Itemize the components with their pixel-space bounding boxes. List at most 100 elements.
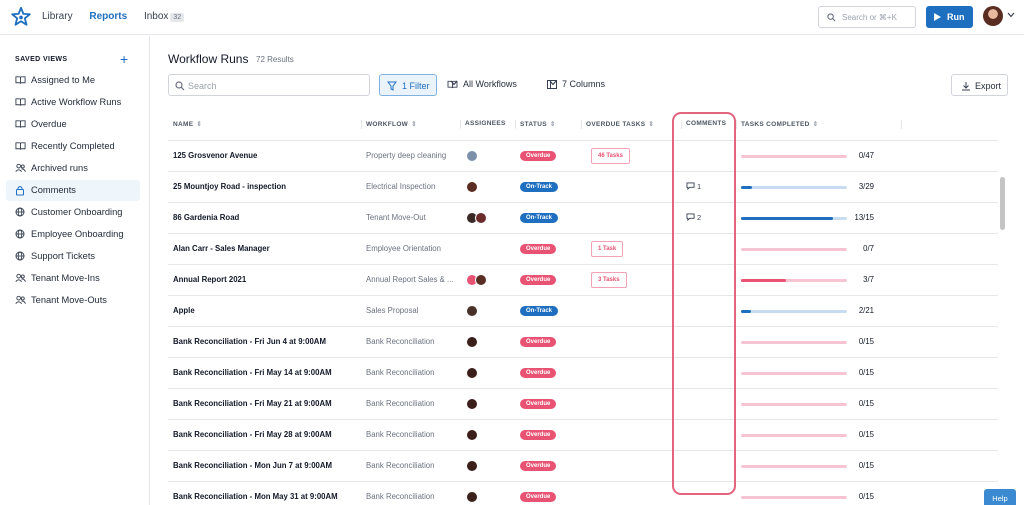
assignee-avatar[interactable] bbox=[466, 367, 478, 379]
user-avatar[interactable] bbox=[983, 6, 1003, 26]
star-logo-icon[interactable] bbox=[10, 6, 32, 28]
sidebar-item[interactable]: Archived runs bbox=[6, 158, 140, 179]
sidebar-item[interactable]: Recently Completed bbox=[6, 136, 140, 157]
table-row[interactable]: Bank Reconciliation - Fri May 21 at 9:00… bbox=[168, 389, 998, 420]
nav-library[interactable]: Library bbox=[42, 11, 73, 22]
status-cell: Overdue bbox=[520, 451, 580, 481]
run-name[interactable]: Bank Reconciliation - Mon Jun 7 at 9:00A… bbox=[173, 451, 361, 481]
run-button[interactable]: Run bbox=[926, 6, 973, 28]
run-name[interactable]: 86 Gardenia Road bbox=[173, 203, 361, 233]
sidebar-item[interactable]: Tenant Move-Outs bbox=[6, 290, 140, 311]
table-row[interactable]: 25 Mountjoy Road - inspection Electrical … bbox=[168, 172, 998, 203]
sidebar-item-label: Comments bbox=[31, 185, 76, 195]
globe-icon bbox=[15, 229, 26, 240]
table-row[interactable]: Annual Report 2021 Annual Report Sales & … bbox=[168, 265, 998, 296]
header-status-label: STATUS bbox=[520, 121, 547, 128]
run-name[interactable]: Alan Carr - Sales Manager bbox=[173, 234, 361, 264]
nav-inbox[interactable]: Inbox 32 bbox=[144, 11, 198, 22]
run-name[interactable]: 125 Grosvenor Avenue bbox=[173, 141, 361, 171]
assignee-avatar[interactable] bbox=[466, 491, 478, 503]
assignee-avatar[interactable] bbox=[466, 150, 478, 162]
assignee-avatar[interactable] bbox=[466, 181, 478, 193]
run-workflow[interactable]: Bank Reconciliation bbox=[366, 420, 458, 450]
sidebar-item[interactable]: Employee Onboarding bbox=[6, 224, 140, 245]
assignee-avatar[interactable] bbox=[466, 336, 478, 348]
overdue-tasks-cell bbox=[591, 451, 651, 481]
assignees-cell bbox=[466, 265, 506, 295]
table-row[interactable]: Bank Reconciliation - Mon Jun 7 at 9:00A… bbox=[168, 451, 998, 482]
search-input[interactable]: Search bbox=[168, 74, 370, 96]
table-row[interactable]: Bank Reconciliation - Mon May 31 at 9:00… bbox=[168, 482, 998, 505]
run-workflow[interactable]: Annual Report Sales & ... bbox=[366, 265, 458, 295]
table-row[interactable]: 125 Grosvenor Avenue Property deep cleani… bbox=[168, 141, 998, 172]
scrollbar-thumb[interactable] bbox=[1000, 177, 1005, 230]
assignee-avatar[interactable] bbox=[466, 305, 478, 317]
status-badge: Overdue bbox=[520, 275, 557, 285]
run-name[interactable]: 25 Mountjoy Road - inspection bbox=[173, 172, 361, 202]
play-icon bbox=[934, 13, 941, 21]
sidebar-item[interactable]: Customer Onboarding bbox=[6, 202, 140, 223]
header-assignees[interactable]: ASSIGNEES bbox=[465, 120, 506, 127]
sidebar-item[interactable]: Overdue bbox=[6, 114, 140, 135]
help-button[interactable]: Help bbox=[984, 489, 1016, 505]
table-row[interactable]: Bank Reconciliation - Fri May 28 at 9:00… bbox=[168, 420, 998, 451]
sidebar-item[interactable]: Tenant Move-Ins bbox=[6, 268, 140, 289]
table-row[interactable]: 86 Gardenia Road Tenant Move-Out On-Track 2… bbox=[168, 203, 998, 234]
run-workflow[interactable]: Employee Orientation bbox=[366, 234, 458, 264]
run-name[interactable]: Bank Reconciliation - Fri May 21 at 9:00… bbox=[173, 389, 361, 419]
run-name[interactable]: Apple bbox=[173, 296, 361, 326]
overdue-tasks-tag[interactable]: 1 Task bbox=[591, 241, 624, 257]
table-row[interactable]: Apple Sales Proposal On-Track 2/21 bbox=[168, 296, 998, 327]
sidebar-item[interactable]: Assigned to Me bbox=[6, 70, 140, 91]
run-workflow[interactable]: Bank Reconciliation bbox=[366, 327, 458, 357]
run-name[interactable]: Bank Reconciliation - Fri May 28 at 9:00… bbox=[173, 420, 361, 450]
run-workflow[interactable]: Tenant Move-Out bbox=[366, 203, 458, 233]
all-workflows-dropdown[interactable]: All Workflows bbox=[447, 79, 517, 89]
nav-reports[interactable]: Reports bbox=[89, 11, 127, 22]
table-row[interactable]: Bank Reconciliation - Fri May 14 at 9:00… bbox=[168, 358, 998, 389]
run-name[interactable]: Annual Report 2021 bbox=[173, 265, 361, 295]
overdue-tasks-cell bbox=[591, 327, 651, 357]
sidebar-item[interactable]: Support Tickets bbox=[6, 246, 140, 267]
overdue-tasks-tag[interactable]: 3 Tasks bbox=[591, 272, 627, 288]
filter-button[interactable]: 1 Filter bbox=[379, 74, 437, 96]
sidebar-item[interactable]: Comments bbox=[6, 180, 140, 201]
run-workflow[interactable]: Sales Proposal bbox=[366, 296, 458, 326]
sidebar-item[interactable]: Active Workflow Runs bbox=[6, 92, 140, 113]
run-name[interactable]: Bank Reconciliation - Fri Jun 4 at 9:00A… bbox=[173, 327, 361, 357]
overdue-tasks-tag[interactable]: 46 Tasks bbox=[591, 148, 630, 164]
column-divider bbox=[901, 120, 902, 129]
run-workflow[interactable]: Bank Reconciliation bbox=[366, 451, 458, 481]
run-workflow[interactable]: Electrical Inspection bbox=[366, 172, 458, 202]
export-button[interactable]: Export bbox=[951, 74, 1008, 96]
table-row[interactable]: Bank Reconciliation - Fri Jun 4 at 9:00A… bbox=[168, 327, 998, 358]
status-badge: Overdue bbox=[520, 430, 557, 440]
assignee-avatar[interactable] bbox=[475, 274, 487, 286]
assignee-avatar[interactable] bbox=[466, 398, 478, 410]
status-cell: On-Track bbox=[520, 203, 580, 233]
header-status[interactable]: STATUS ⇕ bbox=[520, 120, 556, 128]
header-workflow[interactable]: WORKFLOW ⇕ bbox=[366, 120, 417, 128]
run-workflow[interactable]: Bank Reconciliation bbox=[366, 482, 458, 505]
add-view-plus-icon[interactable]: + bbox=[120, 51, 128, 67]
status-cell: Overdue bbox=[520, 358, 580, 388]
column-divider bbox=[736, 120, 737, 129]
global-search-input[interactable]: Search or ⌘+K bbox=[818, 6, 916, 28]
table-row[interactable]: Alan Carr - Sales Manager Employee Orient… bbox=[168, 234, 998, 265]
assignee-avatar[interactable] bbox=[475, 212, 487, 224]
assignee-avatar[interactable] bbox=[466, 429, 478, 441]
chevron-down-icon[interactable] bbox=[1007, 11, 1015, 20]
run-workflow[interactable]: Property deep cleaning bbox=[366, 141, 458, 171]
header-name[interactable]: NAME ⇕ bbox=[173, 120, 202, 128]
assignee-avatar[interactable] bbox=[466, 460, 478, 472]
columns-dropdown[interactable]: 7 Columns bbox=[547, 79, 605, 89]
run-name[interactable]: Bank Reconciliation - Fri May 14 at 9:00… bbox=[173, 358, 361, 388]
run-workflow[interactable]: Bank Reconciliation bbox=[366, 358, 458, 388]
sidebar-item-label: Employee Onboarding bbox=[31, 229, 124, 239]
progress-track bbox=[741, 186, 847, 189]
run-name[interactable]: Bank Reconciliation - Mon May 31 at 9:00… bbox=[173, 482, 361, 505]
header-overdue-tasks[interactable]: OVERDUE TASKS ⇕ bbox=[586, 120, 654, 128]
header-tasks-completed[interactable]: TASKS COMPLETED ⇕ bbox=[741, 120, 818, 128]
run-workflow[interactable]: Bank Reconciliation bbox=[366, 389, 458, 419]
status-badge: Overdue bbox=[520, 337, 557, 347]
